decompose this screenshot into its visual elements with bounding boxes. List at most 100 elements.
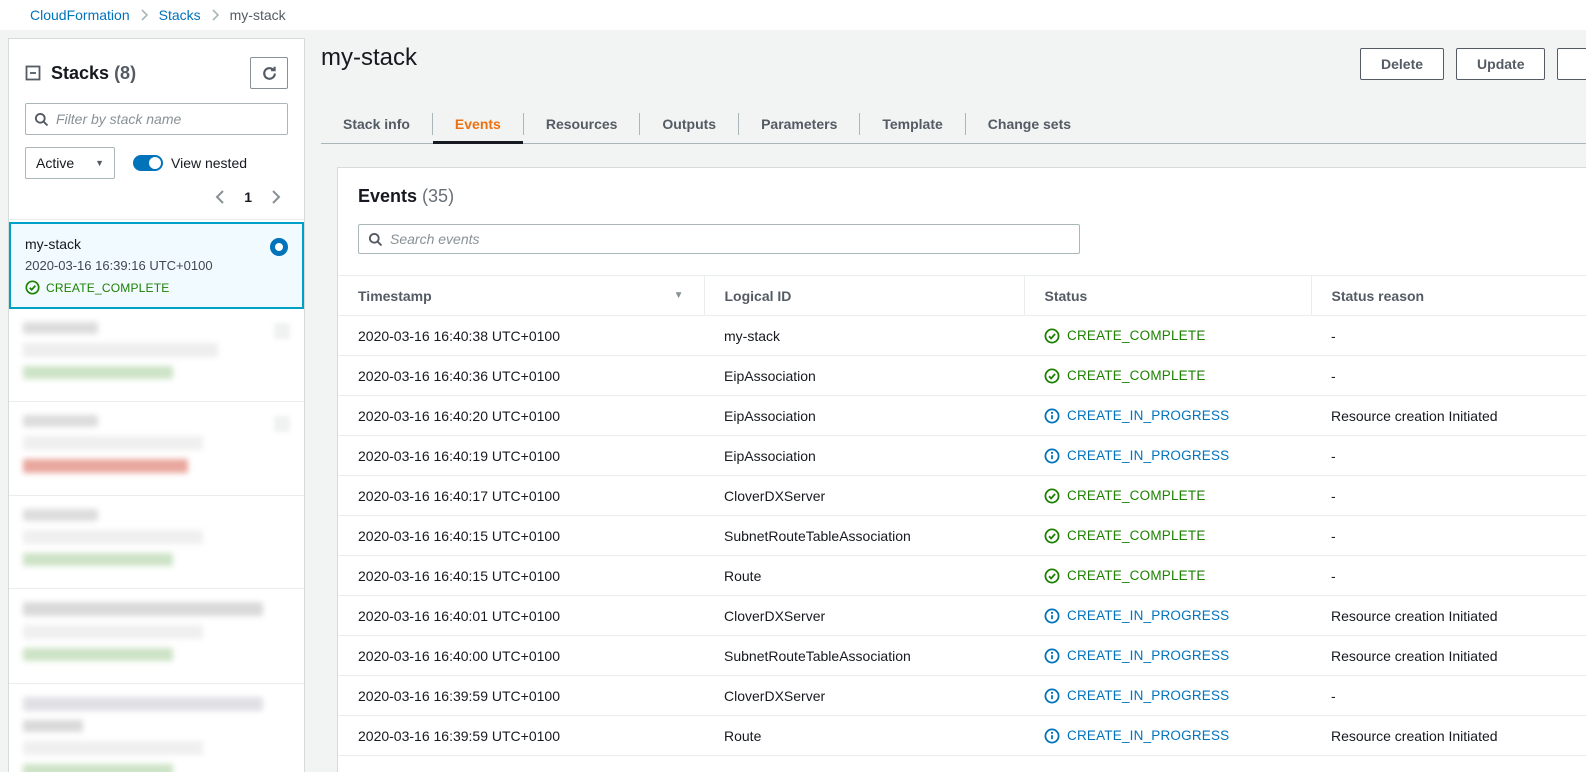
cell-status-reason: Resource creation Initiated xyxy=(1311,595,1586,636)
stack-list-item-redacted[interactable] xyxy=(9,402,304,496)
status-text: CREATE_IN_PROGRESS xyxy=(1067,408,1230,423)
cell-logical-id: my-stack xyxy=(704,315,1024,356)
tab-parameters[interactable]: Parameters xyxy=(739,105,859,143)
event-table-row: 2020-03-16 16:40:17 UTC+0100 CloverDXSer… xyxy=(338,475,1586,516)
status-text: CREATE_IN_PROGRESS xyxy=(1067,648,1230,663)
status-cell-inner: CREATE_IN_PROGRESS xyxy=(1044,728,1291,744)
tab-template[interactable]: Template xyxy=(860,105,964,143)
events-search-input[interactable] xyxy=(390,231,1070,247)
stack-actions-button-cutoff[interactable] xyxy=(1557,48,1586,80)
cell-timestamp: 2020-03-16 16:39:59 UTC+0100 xyxy=(338,715,704,756)
cell-status-reason: Resource creation Initiated xyxy=(1311,635,1586,676)
blurred-stack-list xyxy=(9,309,304,772)
check-circle-icon xyxy=(1044,368,1060,384)
stack-list-item-redacted[interactable] xyxy=(9,684,304,772)
redacted-text-line xyxy=(23,436,203,450)
event-table-row: 2020-03-16 16:40:36 UTC+0100 EipAssociat… xyxy=(338,355,1586,396)
cell-timestamp: 2020-03-16 16:40:36 UTC+0100 xyxy=(338,355,704,396)
status-text: CREATE_IN_PROGRESS xyxy=(1067,608,1230,623)
tab-change-sets[interactable]: Change sets xyxy=(966,105,1093,143)
redacted-text-line xyxy=(23,764,173,772)
events-table-body: 2020-03-16 16:40:38 UTC+0100 my-stack CR… xyxy=(338,315,1586,756)
breadcrumb: CloudFormation Stacks my-stack xyxy=(0,0,1586,30)
current-page[interactable]: 1 xyxy=(244,189,252,205)
events-panel-title: Events (35) xyxy=(358,186,455,206)
redacted-text-line xyxy=(23,415,98,427)
breadcrumb-item[interactable]: Stacks xyxy=(159,7,201,23)
cell-status-reason: - xyxy=(1311,555,1586,596)
status-cell-inner: CREATE_COMPLETE xyxy=(1044,488,1291,504)
search-icon xyxy=(34,112,49,127)
redacted-text-line xyxy=(23,459,188,473)
stack-list-item-redacted[interactable] xyxy=(9,496,304,589)
header-actions: Delete Update xyxy=(1360,48,1586,80)
redacted-text-line xyxy=(23,625,203,639)
delete-button[interactable]: Delete xyxy=(1360,48,1445,80)
cell-logical-id: Route xyxy=(704,715,1024,756)
redacted-radio xyxy=(274,416,290,432)
status-text: CREATE_IN_PROGRESS xyxy=(1067,448,1230,463)
cell-timestamp: 2020-03-16 16:40:38 UTC+0100 xyxy=(338,315,704,356)
stack-list-item-redacted[interactable] xyxy=(9,589,304,684)
col-header-status[interactable]: Status xyxy=(1023,275,1311,316)
stack-list-item-redacted[interactable] xyxy=(9,309,304,402)
check-circle-icon xyxy=(25,280,40,295)
cell-status-reason: Resource creation Initiated xyxy=(1311,395,1586,436)
status-text: CREATE_IN_PROGRESS xyxy=(1067,688,1230,703)
event-table-row: 2020-03-16 16:39:59 UTC+0100 CloverDXSer… xyxy=(338,675,1586,716)
status-cell-inner: CREATE_IN_PROGRESS xyxy=(1044,688,1291,704)
breadcrumb-chevron-icon xyxy=(140,9,149,21)
refresh-button[interactable] xyxy=(250,57,288,89)
redacted-text-line xyxy=(23,741,203,755)
info-circle-icon xyxy=(1044,648,1060,664)
breadcrumb-item: my-stack xyxy=(229,7,286,23)
status-text: CREATE_COMPLETE xyxy=(1067,328,1206,343)
breadcrumb-item[interactable]: CloudFormation xyxy=(30,7,130,23)
col-header-status-reason[interactable]: Status reason xyxy=(1310,275,1586,316)
stack-list-item-my-stack[interactable]: my-stack 2020-03-16 16:39:16 UTC+0100 CR… xyxy=(9,222,304,309)
events-search-box xyxy=(358,224,1080,254)
tab-stack-info[interactable]: Stack info xyxy=(321,105,432,143)
cell-logical-id: EipAssociation xyxy=(704,435,1024,476)
view-nested-toggle[interactable] xyxy=(133,155,163,171)
status-text: CREATE_COMPLETE xyxy=(1067,368,1206,383)
cell-logical-id: CloverDXServer xyxy=(704,475,1024,516)
info-circle-icon xyxy=(1044,408,1060,424)
info-circle-icon xyxy=(1044,728,1060,744)
event-table-row: 2020-03-16 16:40:00 UTC+0100 SubnetRoute… xyxy=(338,635,1586,676)
col-header-logical-id[interactable]: Logical ID xyxy=(703,275,1024,316)
prev-page-icon[interactable] xyxy=(214,190,226,204)
tab-resources[interactable]: Resources xyxy=(524,105,640,143)
sidebar-controls: Stacks (8) Active ▼ View nested xyxy=(9,39,304,220)
check-circle-icon xyxy=(1044,488,1060,504)
cell-logical-id: CloverDXServer xyxy=(704,595,1024,636)
tab-outputs[interactable]: Outputs xyxy=(640,105,738,143)
cell-logical-id: SubnetRouteTableAssociation xyxy=(704,635,1024,676)
status-cell-inner: CREATE_COMPLETE xyxy=(1044,328,1291,344)
tab-events[interactable]: Events xyxy=(432,105,523,144)
redacted-text-line xyxy=(23,322,98,334)
stack-radio-selected[interactable] xyxy=(270,238,288,256)
cell-logical-id: EipAssociation xyxy=(704,355,1024,396)
event-table-row: 2020-03-16 16:40:15 UTC+0100 Route CREAT… xyxy=(338,555,1586,596)
info-circle-icon xyxy=(1044,688,1060,704)
cell-timestamp: 2020-03-16 16:40:15 UTC+0100 xyxy=(338,555,704,596)
stack-status-select[interactable]: Active ▼ xyxy=(25,147,115,179)
redacted-text-line xyxy=(23,720,83,732)
collapse-panel-icon[interactable] xyxy=(25,65,41,81)
stack-filter-input[interactable] xyxy=(56,111,279,127)
status-cell-inner: CREATE_IN_PROGRESS xyxy=(1044,408,1291,424)
cell-status-reason: - xyxy=(1311,515,1586,556)
event-table-row: 2020-03-16 16:40:19 UTC+0100 EipAssociat… xyxy=(338,435,1586,476)
page-title: my-stack xyxy=(321,44,417,71)
next-page-icon[interactable] xyxy=(270,190,282,204)
breadcrumb-chevron-icon xyxy=(211,9,220,21)
col-header-timestamp[interactable]: Timestamp ▼ xyxy=(338,275,704,316)
sort-descending-icon[interactable]: ▼ xyxy=(674,290,684,301)
cloudformation-console: { "breadcrumb": { "items": [ {"label": "… xyxy=(0,0,1586,772)
cell-timestamp: 2020-03-16 16:40:01 UTC+0100 xyxy=(338,595,704,636)
redacted-text-line xyxy=(23,602,263,616)
search-icon xyxy=(368,232,383,247)
update-button[interactable]: Update xyxy=(1456,48,1546,80)
event-table-row: 2020-03-16 16:40:01 UTC+0100 CloverDXSer… xyxy=(338,595,1586,636)
